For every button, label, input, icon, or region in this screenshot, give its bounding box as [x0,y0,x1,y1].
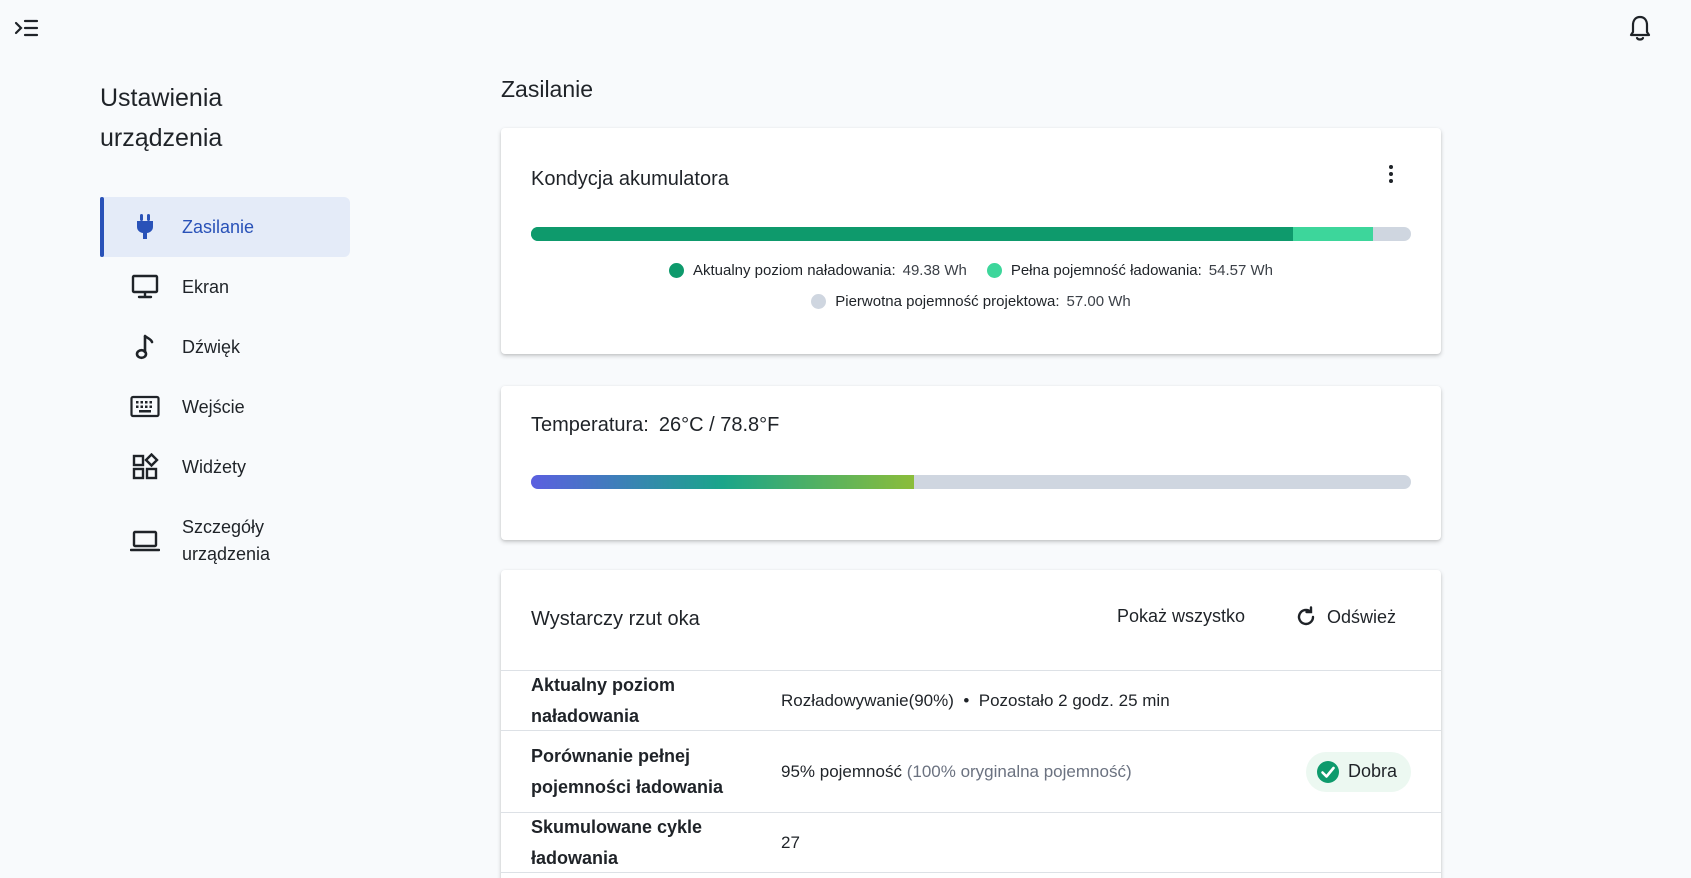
at-a-glance-title: Wystarczy rzut oka [531,608,700,630]
legend-value: 57.00 Wh [1066,293,1131,310]
table-row: Aktualny poziom naładowania Rozładowywan… [501,670,1441,730]
refresh-label: Odśwież [1327,606,1397,627]
battery-health-card: Kondycja akumulatora Aktualny poziom nał… [501,128,1441,354]
music-note-icon [130,332,160,362]
row-key: Aktualny poziom naładowania [531,674,676,726]
temperature-heading: Temperatura: 26°C / 78.8°F [531,414,779,437]
menu-collapse-icon [14,19,39,37]
check-circle-icon [1316,760,1339,783]
temperature-bar [531,475,1411,489]
sidebar-nav: Zasilanie Ekran Dźwięk Wejście Widżety S… [100,197,350,578]
refresh-button[interactable]: Odśwież [1295,606,1396,628]
battery-health-title: Kondycja akumulatora [531,168,729,190]
keyboard-icon [130,392,160,422]
row-value: Rozładowywanie(90%) • Pozostało 2 godz. … [781,690,1170,710]
battery-legend-row-2: Pierwotna pojemność projektowa: 57.00 Wh [501,293,1441,310]
sidebar-title: Ustawienia urządzenia [100,84,223,152]
sidebar-item-wejscie[interactable]: Wejście [100,377,350,437]
original-capacity-note: (100% oryginalna pojemność) [906,761,1132,781]
temperature-card: Temperatura: 26°C / 78.8°F [501,386,1441,540]
capacity-value: 95% pojemność [781,761,902,781]
full-capacity-dot [986,263,1002,278]
legend-current-charge: Aktualny poziom naładowania: 49.38 Wh [668,262,967,279]
show-all-button[interactable]: Pokaż wszystko [1117,606,1245,627]
battery-capacity-bar [531,227,1411,241]
sidebar-item-dzwiek[interactable]: Dźwięk [100,317,350,377]
legend-label: Aktualny poziom naładowania: [692,262,896,279]
temperature-label: Temperatura: [531,414,649,436]
row-key: Porównanie pełnej pojemności ładowania [531,745,724,797]
sidebar-item-ekran[interactable]: Ekran [100,257,350,317]
more-vertical-icon [1389,165,1393,169]
power-plug-icon [130,212,160,242]
sidebar-item-zasilanie[interactable]: Zasilanie [100,197,350,257]
current-charge-segment [531,227,1294,241]
design-capacity-dot [811,294,827,309]
menu-toggle-button[interactable] [10,14,42,42]
sidebar-item-label: Szczegóły urządzenia [182,516,271,564]
bell-icon [1629,15,1651,41]
at-a-glance-card: Wystarczy rzut oka Pokaż wszystko Odświe… [501,570,1441,878]
row-value: 27 [781,832,800,852]
sidebar-item-label: Zasilanie [182,216,255,237]
legend-value: 49.38 Wh [902,262,967,279]
current-charge-dot [668,263,684,278]
page-title: Zasilanie [501,76,594,102]
sidebar-item-szczegoly-urzadzenia[interactable]: Szczegóły urządzenia [100,503,350,578]
at-a-glance-table: Aktualny poziom naładowania Rozładowywan… [501,670,1441,878]
row-key: Skumulowane cykle ładowania [531,816,703,868]
legend-label: Pełna pojemność ładowania: [1010,262,1202,279]
at-a-glance-header: Wystarczy rzut oka Pokaż wszystko Odświe… [501,570,1441,670]
notifications-button[interactable] [1624,12,1656,44]
sidebar-item-label: Widżety [182,456,247,477]
refresh-icon [1297,606,1315,626]
legend-design-capacity: Pierwotna pojemność projektowa: 57.00 Wh [811,293,1131,310]
table-row: Porównanie pełnej pojemności ładowania 9… [501,730,1441,812]
table-row [501,872,1441,878]
monitor-icon [130,272,160,302]
sidebar-item-widzety[interactable]: Widżety [100,437,350,497]
legend-full-capacity: Pełna pojemność ładowania: 54.57 Wh [986,262,1274,279]
temperature-value: 26°C / 78.8°F [658,414,780,436]
status-badge-label: Dobra [1347,761,1397,781]
sidebar-item-label: Wejście [182,396,245,417]
battery-legend-row-1: Aktualny poziom naładowania: 49.38 Wh Pe… [501,262,1441,279]
more-dot [1389,179,1393,183]
temperature-level-segment [531,475,914,489]
legend-label: Pierwotna pojemność projektowa: [835,293,1060,310]
table-row: Skumulowane cykle ładowania 27 [501,812,1441,872]
sidebar-item-label: Dźwięk [182,336,241,357]
widgets-icon [130,452,160,482]
more-dot [1389,172,1393,176]
laptop-icon [130,526,160,556]
row-value: 95% pojemność (100% oryginalna pojemność… [781,762,1132,782]
more-options-button[interactable] [1381,162,1401,186]
status-badge: Dobra [1305,751,1411,792]
legend-value: 54.57 Wh [1208,262,1274,279]
sidebar-item-label: Ekran [182,276,230,297]
